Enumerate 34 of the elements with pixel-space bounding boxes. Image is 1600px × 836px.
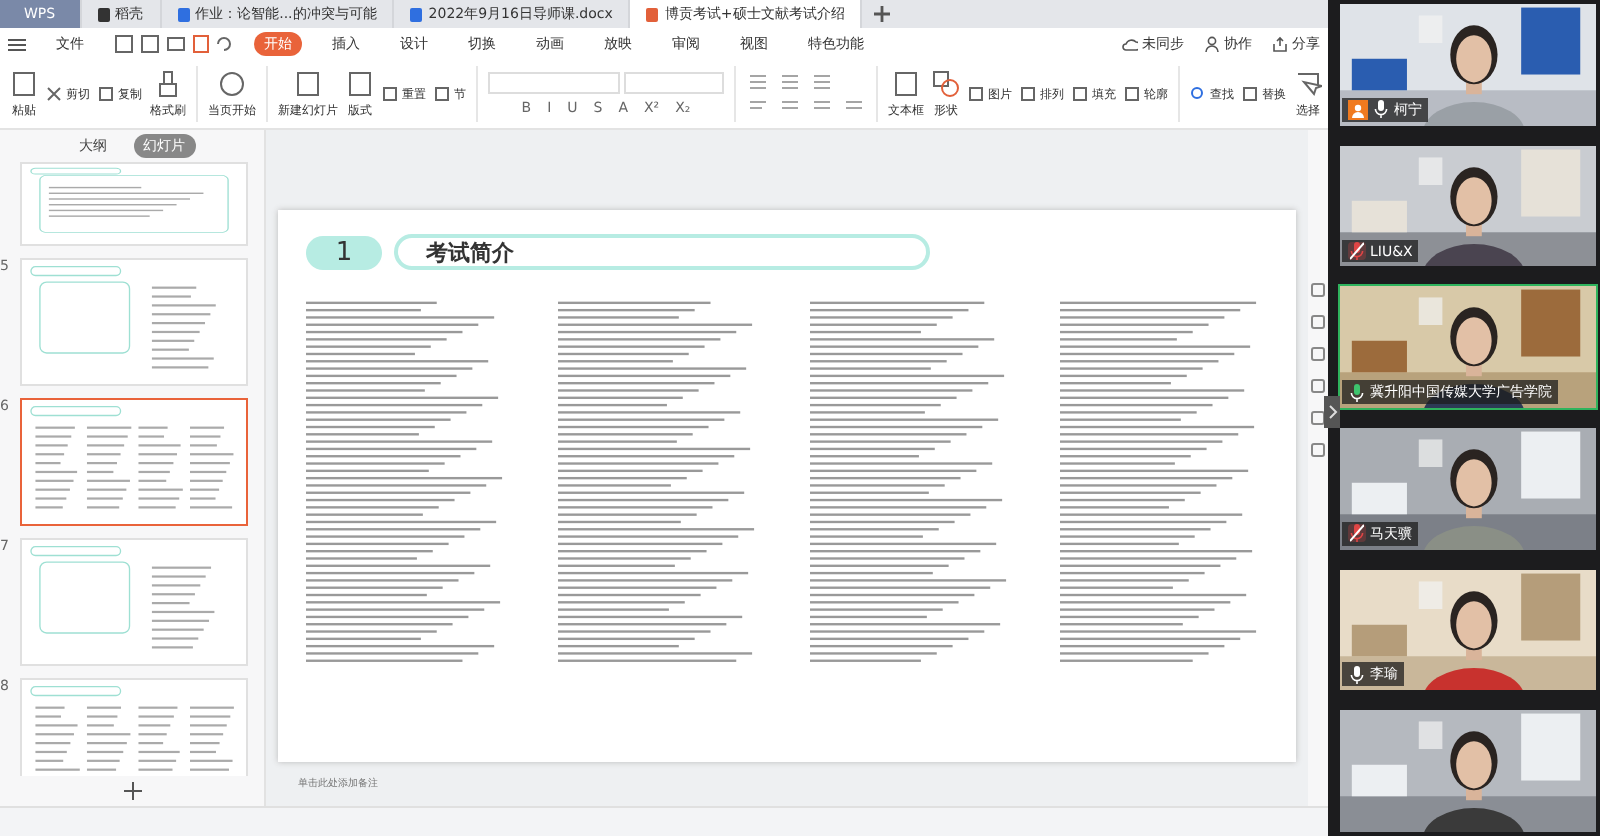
ribbon-icon: [98, 86, 114, 102]
font-field[interactable]: [488, 72, 620, 94]
ribbon-icon: [346, 69, 374, 97]
collapse-handle[interactable]: [1324, 396, 1340, 428]
ribbon-icon: [46, 86, 62, 102]
ribbon-icon: [892, 69, 920, 97]
ribbon-icon: [1124, 86, 1140, 102]
ribbon-icon: [434, 86, 450, 102]
ribbon-icon: [1242, 86, 1258, 102]
person-icon: [1204, 36, 1220, 52]
ribbon-icon: [154, 69, 182, 97]
ribbon-icon: [1190, 86, 1206, 102]
cloud-icon: [1122, 36, 1138, 52]
ribbon-icon: [932, 69, 960, 97]
ribbon-icon: [382, 86, 398, 102]
font-size-field[interactable]: [624, 72, 724, 94]
slide-thumbnail[interactable]: [20, 398, 248, 526]
section-number: 1: [306, 235, 382, 269]
ribbon-icon: [218, 69, 246, 97]
document-icon: [410, 7, 423, 21]
document-icon: [646, 7, 659, 21]
slide-title: 考试简介: [394, 234, 930, 270]
ribbon-icon: [1294, 69, 1322, 97]
ribbon-icon: [1020, 86, 1036, 102]
document-icon: [177, 7, 190, 21]
share-icon: [1272, 36, 1288, 52]
document-icon: [97, 7, 110, 21]
host-icon: [1348, 99, 1368, 120]
menu-icon[interactable]: [8, 37, 26, 51]
quick-access-icons[interactable]: [114, 34, 234, 54]
ribbon-icon: [968, 86, 984, 102]
ribbon-icon: [10, 69, 38, 97]
ribbon-icon: [294, 69, 322, 97]
ribbon-icon: [1072, 86, 1088, 102]
